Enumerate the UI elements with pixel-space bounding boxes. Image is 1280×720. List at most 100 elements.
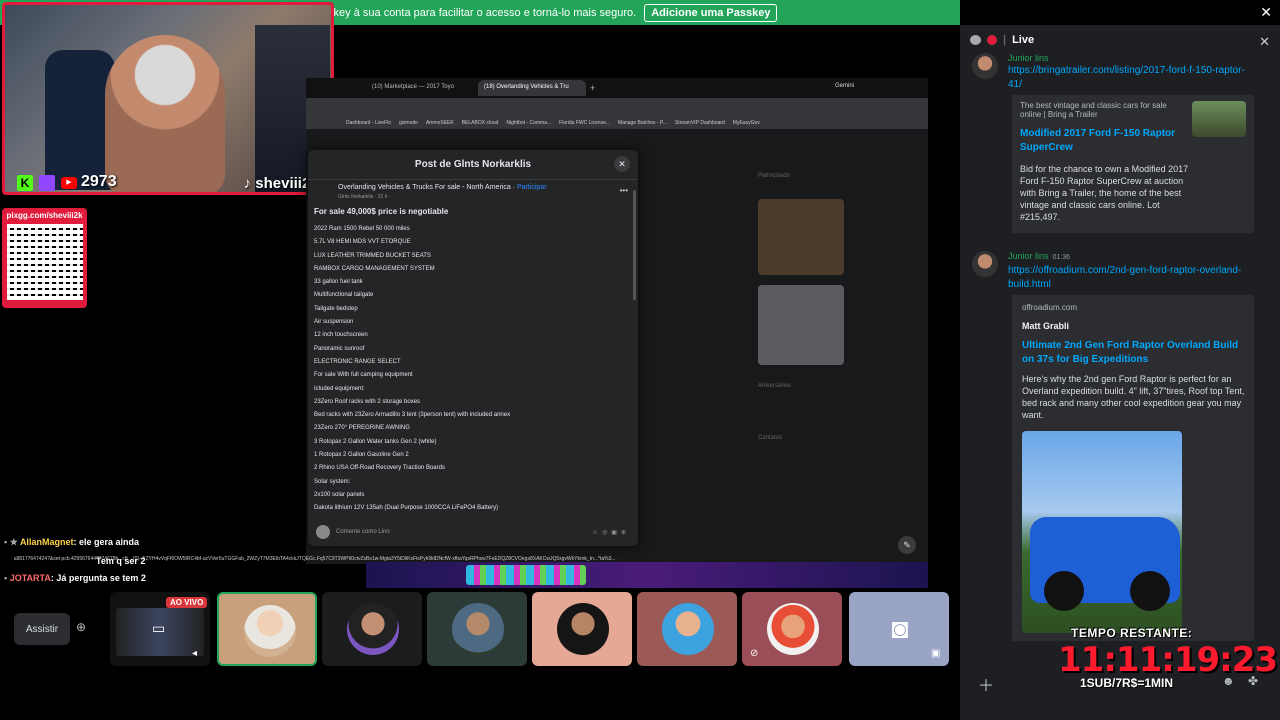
avatar[interactable] [972,251,998,277]
avatar [452,603,504,655]
add-passkey-button[interactable]: Adicione uma Passkey [644,3,778,22]
subathon-timer: 11:11:19:23 [1058,640,1278,680]
embed-image[interactable] [1022,431,1182,633]
message-time: 01:36 [1052,254,1071,261]
post-line: 23Zero 270° PEREGRINE AWNING [314,425,410,432]
post-line: Solar system: [314,478,351,485]
chat-text: Tem q ser 2 [96,556,146,566]
bookmark[interactable]: Florida FWC License... [559,120,610,126]
live-dot-icon [987,35,997,45]
join-link[interactable]: Participar [517,184,547,191]
watch-button[interactable]: Assistir [14,613,70,645]
participant-tile[interactable]: ⊘ [742,592,842,666]
post-line: Dakota lithium 12V 135ah (Dual Purpose 1… [314,505,499,512]
post-author[interactable]: Glnts Norkarklis · 21 h · [338,194,391,200]
discord-chat-panel: | Live ✕ Junior lins https://bringatrail… [960,25,1280,720]
embed-title[interactable]: Ultimate 2nd Gen Ford Raptor Overland Bu… [1022,339,1246,367]
post-line: 2022 Ram 1500 Rebel 50 000 miles [314,226,410,232]
post-line: RAMBOX CARGO MANAGEMENT SYSTEM [314,265,435,272]
ad-image[interactable] [758,285,844,365]
post-body: 2022 Ram 1500 Rebel 50 000 miles 5.7L V8… [314,223,624,516]
add-attachment-icon[interactable]: ＋ [978,672,994,696]
participant-tile[interactable] [427,592,527,666]
embed-description: Here's why the 2nd gen Ford Raptor is pe… [1022,374,1245,420]
avatar [347,603,399,655]
screen-share-icon: ▣ [931,648,941,659]
scrollbar[interactable] [633,190,636,300]
chat-header: | Live [970,34,1034,46]
group-name[interactable]: Overlanding Vehicles & Trucks For sale -… [338,184,511,191]
tab-marketplace[interactable]: (10) Marketplace — 2017 Toyo [366,80,474,96]
pix-qr-overlay: pixgg.com/sheviii2k [2,208,87,308]
live-badge: AO VIVO [166,597,208,608]
embed-provider: The best vintage and classic cars for sa… [1020,101,1167,119]
emoji-icon[interactable]: ☻ [1222,674,1235,688]
screen-share-icon: ▭ [152,620,166,636]
message-link[interactable]: https://bringatrailer.com/listing/2017-f… [1008,64,1248,92]
modal-title: Post de Glnts Norkarklis [308,150,638,180]
close-icon[interactable]: ✕ [1259,34,1270,50]
embed-provider: offroadium.com [1022,303,1077,312]
avatar [662,603,714,655]
comment-tools-icon[interactable]: ☺◎▣⊕ [592,529,630,536]
muted-icon: ⊘ [750,648,759,659]
more-options-icon[interactable]: ••• [620,186,628,195]
participant-tile[interactable] [532,592,632,666]
address-bar[interactable] [306,98,928,116]
bookmark[interactable]: Dashboard - LiveFlo [346,120,391,126]
close-icon[interactable]: ✕ [614,156,630,172]
ad-image[interactable] [758,199,844,275]
bookmark[interactable]: AmmoSEEK [426,120,454,126]
embed-title[interactable]: Modified 2017 Ford F-150 Raptor SuperCre… [1020,127,1190,155]
participant-tile[interactable] [217,592,317,666]
gemini-button[interactable]: Gemini [835,83,854,89]
chat-message: Tem q ser 2 [96,556,145,566]
participant-tile[interactable] [637,592,737,666]
banner-close-icon[interactable]: ✕ [1260,4,1272,21]
post-line: 1 Rotopax 2 Gallon Gasoline Gen 2 [314,452,409,459]
new-message-icon[interactable]: ✎ [898,536,916,554]
post-line: Tailgate bedstep [314,305,358,312]
tab-overlanding[interactable]: (18) Overlanding Vehicles & Tru [478,80,586,96]
tab-bar: (10) Marketplace — 2017 Toyo (18) Overla… [306,78,928,98]
post-line: 5.7L V8 HEMI MDS VVT ETORQUE [314,239,411,246]
volume-icon[interactable]: ◂ [192,648,204,660]
bookmark[interactable]: StreamVIP Dashboard [675,120,725,126]
viewer-count: 2973 [81,173,117,190]
new-tab-icon[interactable]: + [590,83,595,93]
sponsored-label: Patrocinado [758,173,791,179]
post-modal: Post de Glnts Norkarklis ✕ Overlanding V… [308,150,638,546]
post-line: ELECTRONIC RANGE SELECT [314,358,401,365]
bookmark[interactable]: Nightbot - Comma... [506,120,551,126]
chat-message: ▪ JOTARTA: Já pergunta se tem 2 [4,573,146,583]
avatar [767,603,819,655]
chat-message: ▪ ★ AllanMagnet: ele gera ainda [4,537,139,547]
contacts-label: Contatos [758,435,783,441]
popout-icon[interactable]: ⊕ [70,620,92,638]
twitch-icon [39,175,55,191]
youtube-icon: ▶ [61,177,77,189]
pix-url: pixgg.com/sheviii2k [6,211,83,220]
bookmark[interactable]: MyEasyGov [733,120,760,126]
group-line: Overlanding Vehicles & Trucks For sale -… [338,184,547,191]
apps-icon[interactable]: ✤ [1248,674,1258,688]
bookmark[interactable]: gizmodo [399,120,418,126]
participant-tile[interactable]: ◙ ▣ [849,592,949,666]
truck-wheel [1130,571,1170,611]
bookmark[interactable]: Manage Batches - P... [618,120,667,126]
message-link[interactable]: https://offroadium.com/2nd-gen-ford-rapt… [1008,264,1248,292]
bookmark[interactable]: BELABOX cloud [462,120,499,126]
embed-thumbnail[interactable] [1192,101,1246,137]
post-line: Icluded equipment: [314,385,365,392]
message-author[interactable]: Junior lins [1008,53,1049,63]
streamer [105,35,225,192]
avatar [557,603,609,655]
embed-author[interactable]: Matt Grabli [1022,321,1069,331]
participant-tile[interactable] [322,592,422,666]
embed-description: Bid for the chance to own a Modified 201… [1020,164,1189,222]
post-line: For sale With full camping equipment [314,372,413,379]
avatar[interactable] [972,53,998,79]
avatar [316,525,330,539]
comment-input[interactable]: Comente como Lino [336,529,586,535]
message-author[interactable]: Junior lins [1008,251,1049,261]
